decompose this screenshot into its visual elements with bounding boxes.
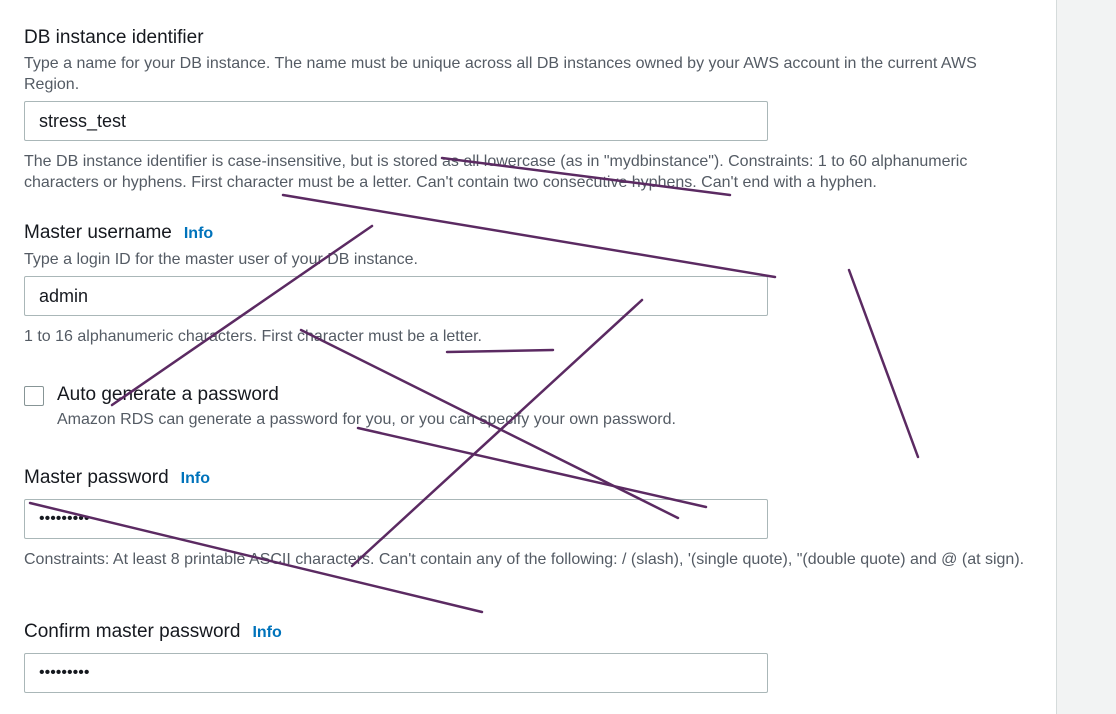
auto-generate-password-checkbox[interactable]: [24, 386, 44, 406]
confirm-password-info-link[interactable]: Info: [252, 624, 281, 641]
master-username-label: Master username Info: [24, 222, 213, 244]
db-identifier-input[interactable]: stress_test: [24, 101, 768, 141]
master-password-label: Master password Info: [24, 467, 210, 489]
master-username-input[interactable]: admin: [24, 276, 768, 316]
master-password-label-text: Master password: [24, 467, 169, 488]
form-panel: DB instance identifier Type a name for y…: [0, 0, 1056, 714]
auto-generate-password-label[interactable]: Auto generate a password: [57, 384, 279, 406]
confirm-password-label: Confirm master password Info: [24, 621, 282, 643]
right-side-panel: [1056, 0, 1116, 714]
master-password-constraint: Constraints: At least 8 printable ASCII …: [24, 551, 1025, 568]
confirm-password-input[interactable]: •••••••••: [24, 653, 768, 693]
master-password-info-link[interactable]: Info: [181, 470, 210, 487]
master-username-description: Type a login ID for the master user of y…: [24, 251, 418, 268]
db-identifier-description: Type a name for your DB instance. The na…: [24, 55, 977, 93]
master-username-constraint: 1 to 16 alphanumeric characters. First c…: [24, 328, 482, 345]
master-password-input[interactable]: •••••••••: [24, 499, 768, 539]
master-username-info-link[interactable]: Info: [184, 225, 213, 242]
db-identifier-constraint: The DB instance identifier is case-insen…: [24, 153, 968, 191]
master-username-label-text: Master username: [24, 222, 172, 243]
db-identifier-label-text: DB instance identifier: [24, 27, 204, 48]
auto-generate-password-description: Amazon RDS can generate a password for y…: [57, 411, 676, 428]
db-identifier-label: DB instance identifier: [24, 27, 204, 49]
confirm-password-label-text: Confirm master password: [24, 621, 241, 642]
